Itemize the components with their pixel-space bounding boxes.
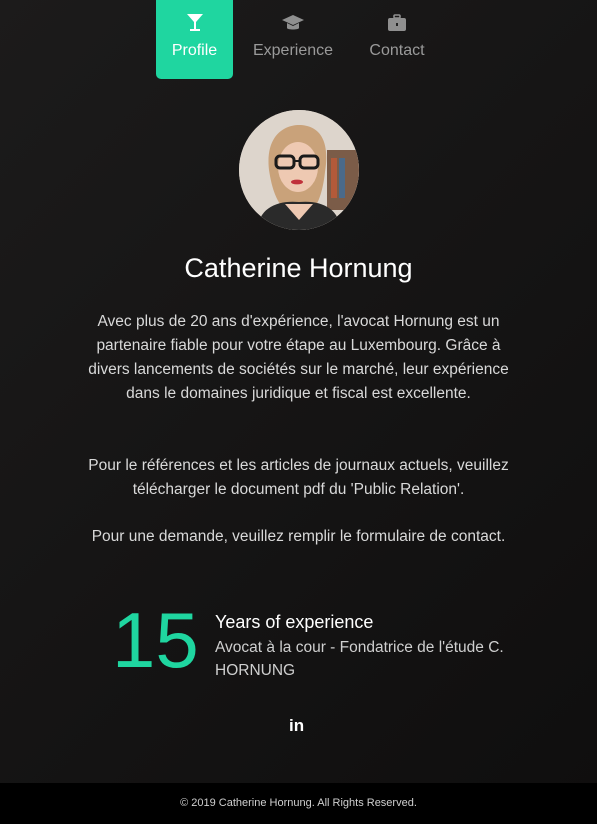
tab-experience[interactable]: Experience (233, 0, 353, 79)
bio-paragraph-1: Avec plus de 20 ans d'expérience, l'avoc… (88, 313, 509, 402)
main-nav: Profile Experience Contact (156, 0, 441, 79)
graduation-cap-icon (281, 12, 305, 34)
tab-experience-label: Experience (252, 42, 334, 59)
copyright-text: © 2019 Catherine Hornung. All Rights Res… (180, 797, 417, 809)
years-number: 15 (112, 596, 199, 684)
cocktail-glass-icon (186, 12, 204, 34)
briefcase-icon (387, 12, 407, 34)
tab-profile-label: Profile (171, 42, 218, 59)
tab-contact-label: Contact (369, 42, 425, 59)
bio-paragraph-3: Pour une demande, veuillez remplir le fo… (91, 528, 506, 545)
bio-paragraph-2: Pour le références et les articles de jo… (88, 457, 509, 498)
avatar (239, 110, 359, 230)
tab-profile[interactable]: Profile (156, 0, 233, 79)
linkedin-icon[interactable]: in (289, 716, 304, 736)
footer: © 2019 Catherine Hornung. All Rights Res… (0, 783, 597, 824)
profile-name: Catherine Hornung (184, 253, 413, 283)
experience-title: Years of experience (215, 612, 374, 632)
experience-subtitle: Avocat à la cour - Fondatrice de l'étude… (215, 639, 504, 679)
tab-contact[interactable]: Contact (353, 0, 441, 79)
